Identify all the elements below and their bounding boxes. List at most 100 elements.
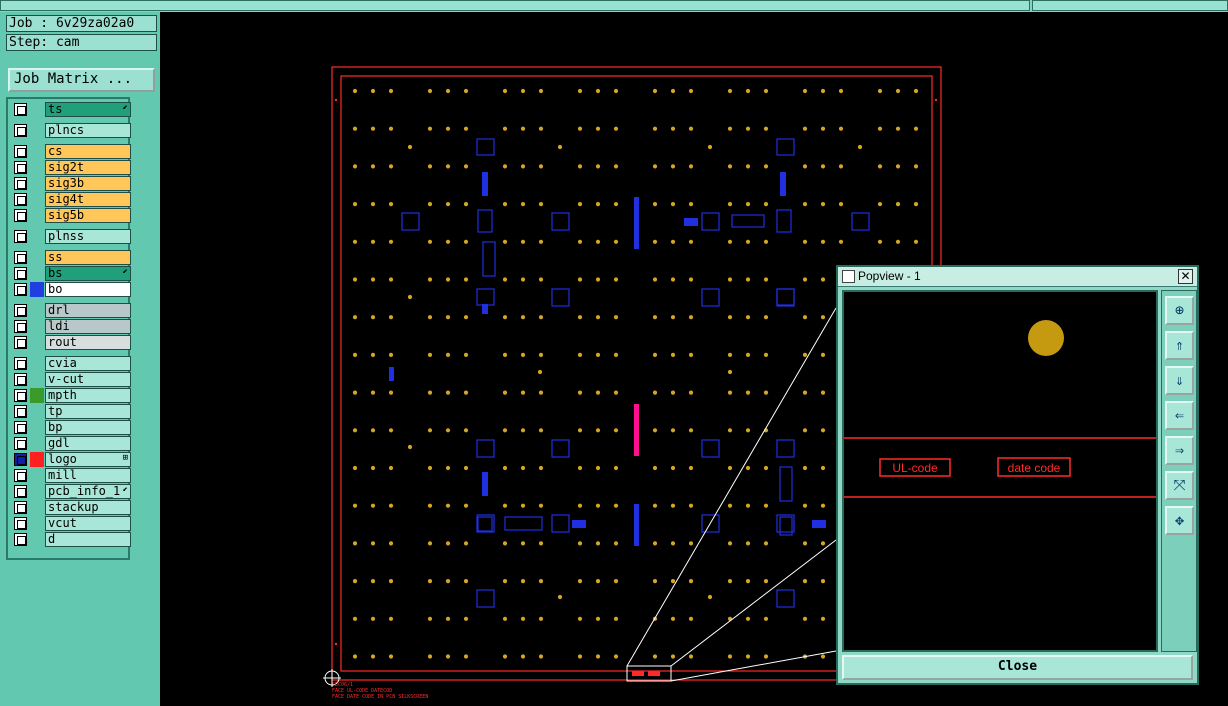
layer-name[interactable]: logo: [45, 452, 131, 467]
layer-checkbox[interactable]: [14, 533, 27, 546]
layer-name[interactable]: plncs: [45, 123, 131, 138]
layer-name[interactable]: drl: [45, 303, 131, 318]
layer-row[interactable]: pcb_info_1 ⬋: [11, 484, 131, 499]
layer-name[interactable]: mill: [45, 468, 131, 483]
layer-name[interactable]: rout: [45, 335, 131, 350]
layer-name[interactable]: plnss: [45, 229, 131, 244]
layer-checkbox[interactable]: [14, 357, 27, 370]
layer-checkbox[interactable]: [14, 161, 27, 174]
layer-checkbox[interactable]: [14, 485, 27, 498]
layer-row[interactable]: vcut: [11, 516, 131, 531]
layer-color-swatch[interactable]: [30, 388, 44, 403]
layer-name[interactable]: sig2t: [45, 160, 131, 175]
layer-name[interactable]: sig3b: [45, 176, 131, 191]
layer-name[interactable]: ts: [45, 102, 131, 117]
layer-row[interactable]: rout: [11, 335, 131, 350]
layer-row[interactable]: bo: [11, 282, 131, 297]
layer-name[interactable]: cvia: [45, 356, 131, 371]
center-icon[interactable]: ✥: [1165, 506, 1194, 535]
layer-checkbox[interactable]: [14, 304, 27, 317]
layer-checkbox[interactable]: [14, 453, 27, 466]
layer-checkbox[interactable]: [14, 517, 27, 530]
layer-row[interactable]: logo ⊞: [11, 452, 131, 467]
layer-row[interactable]: plnss: [11, 229, 131, 244]
top-bar-field-right[interactable]: [1032, 0, 1228, 11]
layer-name[interactable]: pcb_info_1: [45, 484, 131, 499]
layer-name[interactable]: bs: [45, 266, 131, 281]
pad: [370, 390, 376, 395]
layer-checkbox[interactable]: [14, 283, 27, 296]
pan-right-icon[interactable]: ⇒: [1165, 436, 1194, 465]
layer-name[interactable]: gdl: [45, 436, 131, 451]
close-button[interactable]: Close: [842, 655, 1193, 680]
pan-down-icon[interactable]: ⇓: [1165, 366, 1194, 395]
layer-checkbox[interactable]: [14, 501, 27, 514]
layer-row[interactable]: cs: [11, 144, 131, 159]
pad: [670, 352, 676, 357]
layer-color-swatch[interactable]: [30, 282, 44, 297]
layer-name[interactable]: bo: [45, 282, 131, 297]
layer-checkbox[interactable]: [14, 209, 27, 222]
layer-checkbox[interactable]: [14, 124, 27, 137]
layer-name[interactable]: sig4t: [45, 192, 131, 207]
layer-checkbox[interactable]: [14, 251, 27, 264]
layer-row[interactable]: bs ⬋: [11, 266, 131, 281]
layer-color-swatch[interactable]: [30, 452, 44, 467]
layer-row[interactable]: mill: [11, 468, 131, 483]
layer-row[interactable]: bp: [11, 420, 131, 435]
zoom-in-icon[interactable]: ⊕: [1165, 296, 1194, 325]
fit-icon[interactable]: ⤧: [1165, 471, 1194, 500]
layer-checkbox[interactable]: [14, 373, 27, 386]
layer-name[interactable]: mpth: [45, 388, 131, 403]
layer-row[interactable]: cvia: [11, 356, 131, 371]
layer-checkbox[interactable]: [14, 405, 27, 418]
popview-canvas[interactable]: UL-code date code: [842, 290, 1158, 652]
layer-row[interactable]: mpth: [11, 388, 131, 403]
top-bar-field[interactable]: [0, 0, 1030, 11]
layer-row[interactable]: ldi: [11, 319, 131, 334]
layer-checkbox[interactable]: [14, 193, 27, 206]
layer-checkbox[interactable]: [14, 103, 27, 116]
layer-name[interactable]: ss: [45, 250, 131, 265]
layer-checkbox[interactable]: [14, 336, 27, 349]
layer-checkbox[interactable]: [14, 267, 27, 280]
layer-name[interactable]: sig5b: [45, 208, 131, 223]
pad: [913, 126, 919, 131]
layer-checkbox[interactable]: [14, 177, 27, 190]
layer-name[interactable]: d: [45, 532, 131, 547]
layer-row[interactable]: ts ⬋: [11, 102, 131, 117]
layer-row[interactable]: d: [11, 532, 131, 547]
layer-row[interactable]: ss: [11, 250, 131, 265]
layer-row[interactable]: tp: [11, 404, 131, 419]
layer-checkbox[interactable]: [14, 389, 27, 402]
layer-checkbox[interactable]: [14, 145, 27, 158]
layer-checkbox[interactable]: [14, 469, 27, 482]
layer-checkbox[interactable]: [14, 230, 27, 243]
layer-row[interactable]: sig3b: [11, 176, 131, 191]
layer-row[interactable]: drl: [11, 303, 131, 318]
layer-name[interactable]: bp: [45, 420, 131, 435]
layer-row[interactable]: sig5b: [11, 208, 131, 223]
close-icon[interactable]: ✕: [1178, 269, 1193, 284]
pan-left-icon[interactable]: ⇐: [1165, 401, 1194, 430]
job-matrix-button[interactable]: Job Matrix ...: [8, 68, 155, 92]
layer-name[interactable]: ldi: [45, 319, 131, 334]
layer-row[interactable]: sig4t: [11, 192, 131, 207]
popview-titlebar[interactable]: Popview - 1 ✕: [838, 267, 1197, 287]
layer-row[interactable]: stackup: [11, 500, 131, 515]
layer-name[interactable]: stackup: [45, 500, 131, 515]
layer-name[interactable]: tp: [45, 404, 131, 419]
layer-row[interactable]: plncs: [11, 123, 131, 138]
layer-name[interactable]: cs: [45, 144, 131, 159]
layer-name[interactable]: v-cut: [45, 372, 131, 387]
layer-row[interactable]: gdl: [11, 436, 131, 451]
pad: [370, 202, 376, 207]
layer-row[interactable]: sig2t: [11, 160, 131, 175]
layer-checkbox[interactable]: [14, 421, 27, 434]
layer-name[interactable]: vcut: [45, 516, 131, 531]
pad: [370, 126, 376, 131]
layer-row[interactable]: v-cut: [11, 372, 131, 387]
layer-checkbox[interactable]: [14, 320, 27, 333]
layer-checkbox[interactable]: [14, 437, 27, 450]
pan-up-icon[interactable]: ⇑: [1165, 331, 1194, 360]
